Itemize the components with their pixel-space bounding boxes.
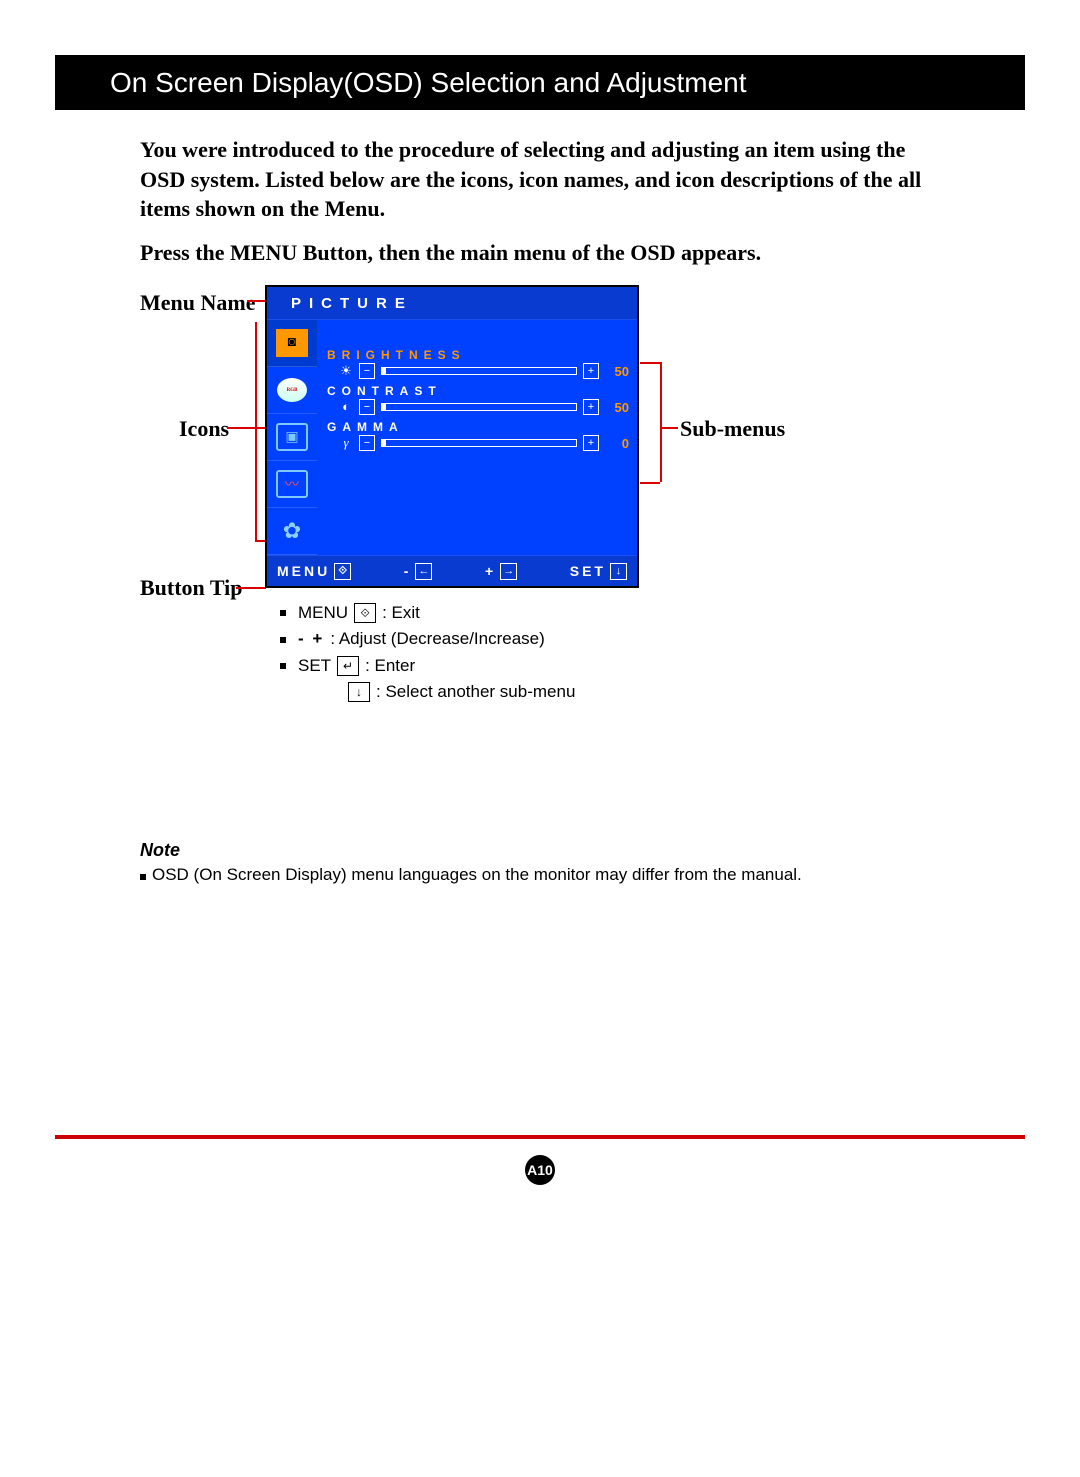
footer-menu-label: MENU [277, 563, 330, 579]
submenu-label: GAMMA [327, 420, 629, 434]
tip-row: MENU ⟐ : Exit [280, 600, 575, 626]
page-number: A10 [525, 1155, 555, 1185]
note-text: OSD (On Screen Display) menu languages o… [140, 865, 940, 885]
value: 50 [605, 400, 629, 415]
footer-plus-label: + [485, 563, 496, 579]
tip-lead: SET [298, 653, 331, 679]
osd-menu-name: PICTURE [267, 287, 637, 320]
tip-lead: MENU [298, 600, 348, 626]
plus-icon[interactable]: + [583, 435, 599, 451]
tip-desc: : Select another sub-menu [376, 679, 575, 705]
callout-menu-name: Menu Name [140, 290, 255, 316]
footer-set[interactable]: SET↓ [570, 563, 627, 580]
button-tips: MENU ⟐ : Exit - + : Adjust (Decrease/Inc… [280, 600, 575, 705]
red-line [660, 362, 662, 482]
icon-setup[interactable]: 〰 [267, 461, 317, 508]
icon-picture[interactable]: ◙ [267, 320, 317, 367]
submenu-label: BRIGHTNESS [327, 348, 629, 362]
manual-page: On Screen Display(OSD) Selection and Adj… [0, 0, 1080, 1477]
osd-panel: PICTURE ◙ RGB ▣ 〰 ✿ BRIGHTNESS ☀ − + 50 [265, 285, 639, 588]
footer-menu[interactable]: MENU⟐ [277, 563, 351, 580]
red-line [660, 427, 678, 429]
tip-desc: : Adjust (Decrease/Increase) [330, 626, 544, 652]
icon-tracking[interactable]: ▣ [267, 414, 317, 461]
title-bar: On Screen Display(OSD) Selection and Adj… [55, 55, 1025, 110]
contrast-icon: ◐ [339, 399, 353, 415]
value: 50 [605, 364, 629, 379]
slider-brightness[interactable]: ☀ − + 50 [327, 362, 629, 384]
footer-divider [55, 1135, 1025, 1139]
footer-minus[interactable]: -← [404, 563, 433, 580]
icon-settings[interactable]: ✿ [267, 508, 317, 555]
enter-icon: ↵ [337, 656, 359, 676]
tip-desc: : Exit [382, 600, 420, 626]
footer-plus[interactable]: +→ [485, 563, 517, 580]
slider-contrast[interactable]: ◐ − + 50 [327, 398, 629, 420]
red-line [640, 482, 660, 484]
red-line [640, 362, 660, 364]
value: 0 [605, 436, 629, 451]
slider-gamma[interactable]: γ − + 0 [327, 434, 629, 456]
sun-icon: ☀ [339, 363, 353, 379]
left-icon: ← [415, 563, 432, 580]
icon-color[interactable]: RGB [267, 367, 317, 414]
callout-submenus: Sub-menus [680, 416, 785, 442]
minus-icon[interactable]: − [359, 363, 375, 379]
note-heading: Note [140, 840, 940, 861]
tip-row: SET ↵ : Enter [280, 653, 575, 679]
plus-icon[interactable]: + [583, 399, 599, 415]
tip-lead: - + [298, 626, 324, 652]
note-block: Note OSD (On Screen Display) menu langua… [140, 840, 940, 885]
minus-icon[interactable]: − [359, 435, 375, 451]
tip-desc: : Enter [365, 653, 415, 679]
down-icon: ↓ [348, 682, 370, 702]
tip-row: ↓ : Select another sub-menu [280, 679, 575, 705]
intro-text: You were introduced to the procedure of … [140, 135, 940, 224]
callout-icons: Icons [179, 416, 229, 442]
red-line [236, 587, 266, 589]
plus-icon[interactable]: + [583, 363, 599, 379]
page-title: On Screen Display(OSD) Selection and Adj… [55, 67, 747, 99]
gamma-icon: γ [339, 435, 353, 451]
red-line [255, 322, 257, 540]
callout-button-tip: Button Tip [140, 575, 243, 601]
down-icon: ↓ [610, 563, 627, 580]
tip-row: - + : Adjust (Decrease/Increase) [280, 626, 575, 652]
osd-submenus: BRIGHTNESS ☀ − + 50 CONTRAST ◐ − + 50 GA… [317, 320, 637, 555]
press-text: Press the MENU Button, then the main men… [140, 240, 940, 266]
red-line [227, 427, 267, 429]
right-icon: → [500, 563, 517, 580]
footer-set-label: SET [570, 563, 606, 579]
footer-minus-label: - [404, 563, 412, 579]
osd-icon-column: ◙ RGB ▣ 〰 ✿ [267, 320, 317, 555]
minus-icon[interactable]: − [359, 399, 375, 415]
submenu-label: CONTRAST [327, 384, 629, 398]
osd-menu-name-text: PICTURE [291, 295, 413, 312]
back-icon: ⟐ [354, 603, 376, 623]
osd-footer: MENU⟐ -← +→ SET↓ [267, 555, 637, 586]
back-icon: ⟐ [334, 563, 351, 580]
